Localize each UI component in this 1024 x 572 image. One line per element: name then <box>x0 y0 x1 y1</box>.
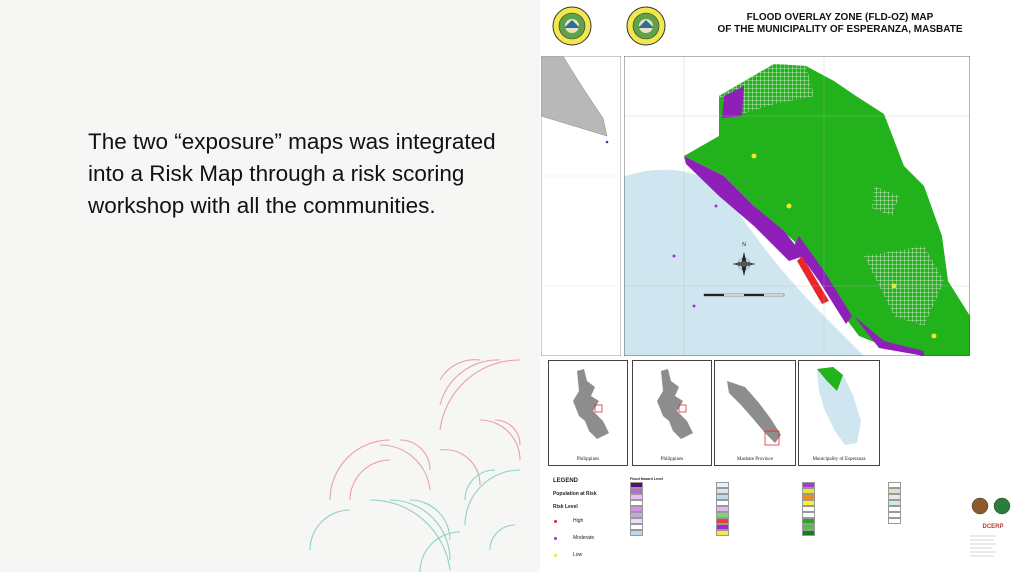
risk-legend: LEGEND Population at Risk Risk Level Hig… <box>546 470 624 570</box>
scale-bar <box>703 293 785 297</box>
inset-label-4: Municipality of Esperanza <box>812 457 866 462</box>
left-strip-map <box>541 56 621 356</box>
municipal-seal-icon-2 <box>626 6 666 46</box>
inset-philippines-1: Philippines <box>548 360 628 466</box>
legend-title: LEGEND <box>553 478 579 484</box>
legend-item-high: High <box>554 518 583 524</box>
inset-label-2: Philippines <box>660 457 684 462</box>
north-label: N <box>742 242 746 248</box>
low-risk-dot-icon <box>554 553 557 557</box>
legend-item-low: Low <box>554 552 582 558</box>
inset-philippines-2: Philippines <box>632 360 712 466</box>
inset-label-1: Philippines <box>576 457 600 462</box>
inset-label-3: Masbate Province <box>737 457 773 462</box>
agency-seal-icon <box>971 497 989 515</box>
key-column-3 <box>802 476 888 536</box>
inset-municipality: Municipality of Esperanza <box>798 360 880 466</box>
legend-risk-level-heading: Risk Level <box>553 504 578 510</box>
key-row <box>888 518 974 524</box>
map-title-line2: OF THE MUNICIPALITY OF ESPERANZA, MASBAT… <box>717 24 963 35</box>
key-row <box>716 530 802 536</box>
key-row <box>630 530 716 536</box>
legend-population-heading: Population at Risk <box>553 491 597 497</box>
logo-text: DCERP <box>982 524 1003 530</box>
map-title: FLOOD OVERLAY ZONE (FLD-OZ) MAP OF THE M… <box>690 12 990 36</box>
key-column-4 <box>888 476 974 524</box>
key-column-1: Flood Hazard Level <box>630 476 716 536</box>
decorative-arcs <box>309 359 521 572</box>
key-column-2 <box>716 476 802 536</box>
map-key-table: Flood Hazard Level <box>626 472 966 570</box>
high-risk-dot-icon <box>554 519 557 523</box>
agency-seal-icon-2 <box>993 497 1011 515</box>
legend-item-moderate: Moderate <box>554 535 594 541</box>
slide-body-text: The two “exposure” maps was integrated i… <box>88 129 496 218</box>
moderate-risk-dot-icon <box>554 536 557 540</box>
map-title-line1: FLOOD OVERLAY ZONE (FLD-OZ) MAP <box>746 12 934 23</box>
agency-logos: DCERP <box>966 494 1020 570</box>
municipal-seal-icon <box>552 6 592 46</box>
inset-masbate-province: Masbate Province <box>714 360 796 466</box>
flood-overlay-map: N <box>624 56 970 356</box>
key-row <box>802 530 888 536</box>
